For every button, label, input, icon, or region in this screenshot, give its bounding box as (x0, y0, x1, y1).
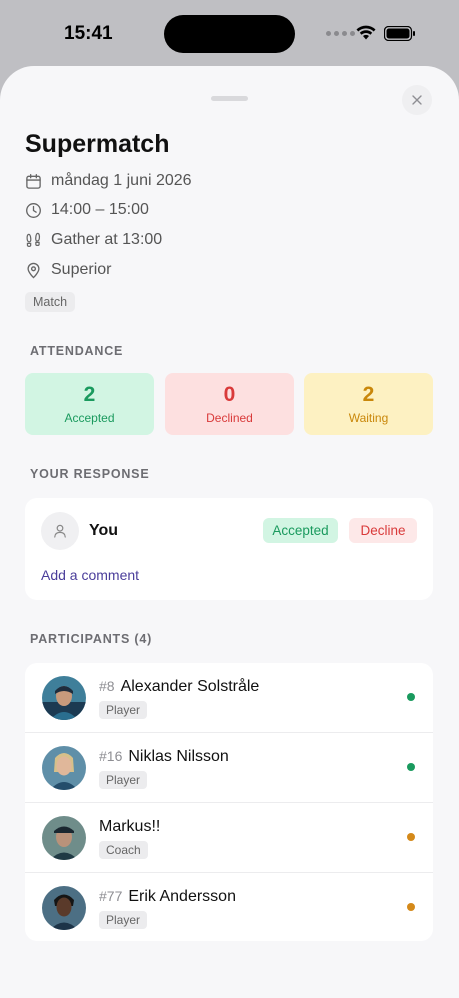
event-location: Superior (51, 261, 112, 278)
person-icon (54, 524, 66, 538)
participant-role: Coach (99, 841, 148, 859)
participant-number: #77 (99, 888, 123, 904)
attendance-waiting-card[interactable]: 2 Waiting (304, 373, 433, 435)
attendance-section-label: ATTENDANCE (30, 344, 124, 358)
user-label: You (89, 522, 119, 539)
participant-role: Player (99, 911, 148, 929)
participant-number: #8 (99, 678, 115, 694)
time-row: 14:00 – 15:00 (25, 201, 149, 219)
footsteps-icon (26, 232, 41, 247)
participants-list: #8 Alexander Solstråle Player #16 Niklas… (25, 663, 433, 941)
accepted-count: 2 (83, 383, 96, 406)
participant-row[interactable]: #8 Alexander Solstråle Player (25, 663, 433, 733)
declined-label: Declined (206, 411, 253, 425)
response-card: You Accepted Decline Add a comment (25, 498, 433, 600)
status-time: 15:41 (64, 23, 113, 44)
response-section-label: YOUR RESPONSE (30, 467, 150, 481)
participant-role: Player (99, 701, 148, 719)
close-icon (412, 95, 422, 105)
participant-row[interactable]: #16 Niklas Nilsson Player (25, 733, 433, 803)
sheet-grabber[interactable] (211, 96, 248, 101)
participant-role: Player (99, 771, 148, 789)
declined-count: 0 (223, 383, 236, 406)
participant-row[interactable]: #77 Erik Andersson Player (25, 873, 433, 941)
waiting-count: 2 (362, 383, 375, 406)
event-title: Supermatch (25, 130, 170, 158)
close-button[interactable] (402, 85, 432, 115)
event-gather: Gather at 13:00 (51, 231, 163, 248)
avatar (41, 512, 79, 550)
participant-name: Erik Andersson (128, 888, 236, 905)
event-sheet: Supermatch måndag 1 juni 2026 14:00 – 15… (0, 66, 459, 998)
signal-icon (326, 31, 355, 36)
status-dot (407, 693, 415, 701)
add-comment-link[interactable]: Add a comment (41, 567, 139, 583)
accept-button[interactable]: Accepted (263, 518, 338, 543)
attendance-declined-card[interactable]: 0 Declined (165, 373, 294, 435)
status-bar: 15:41 (0, 0, 459, 66)
event-date: måndag 1 juni 2026 (51, 172, 192, 189)
calendar-icon (26, 173, 41, 189)
participant-name: Markus!! (99, 818, 161, 835)
dynamic-island (164, 15, 295, 53)
accepted-label: Accepted (64, 411, 115, 425)
status-dot (407, 833, 415, 841)
participants-section-label: PARTICIPANTS (4) (30, 632, 153, 646)
participant-avatar (42, 886, 86, 930)
participant-avatar (42, 676, 86, 720)
event-time: 14:00 – 15:00 (51, 201, 149, 218)
participant-row[interactable]: Markus!! Coach (25, 803, 433, 873)
participant-name: Niklas Nilsson (128, 748, 229, 765)
participant-avatar (42, 746, 86, 790)
decline-button[interactable]: Decline (349, 518, 417, 543)
wifi-icon (356, 25, 376, 40)
date-row: måndag 1 juni 2026 (25, 172, 192, 190)
participant-avatar (42, 816, 86, 860)
waiting-label: Waiting (348, 411, 389, 425)
location-row: Superior (25, 261, 111, 279)
location-pin-icon (27, 262, 40, 279)
status-dot (407, 763, 415, 771)
status-dot (407, 903, 415, 911)
participant-number: #16 (99, 748, 123, 764)
gather-row: Gather at 13:00 (25, 231, 162, 249)
clock-icon (26, 202, 41, 218)
attendance-accepted-card[interactable]: 2 Accepted (25, 373, 154, 435)
event-type-tag: Match (25, 292, 76, 312)
participant-name: Alexander Solstråle (120, 678, 260, 695)
battery-icon (384, 26, 415, 41)
